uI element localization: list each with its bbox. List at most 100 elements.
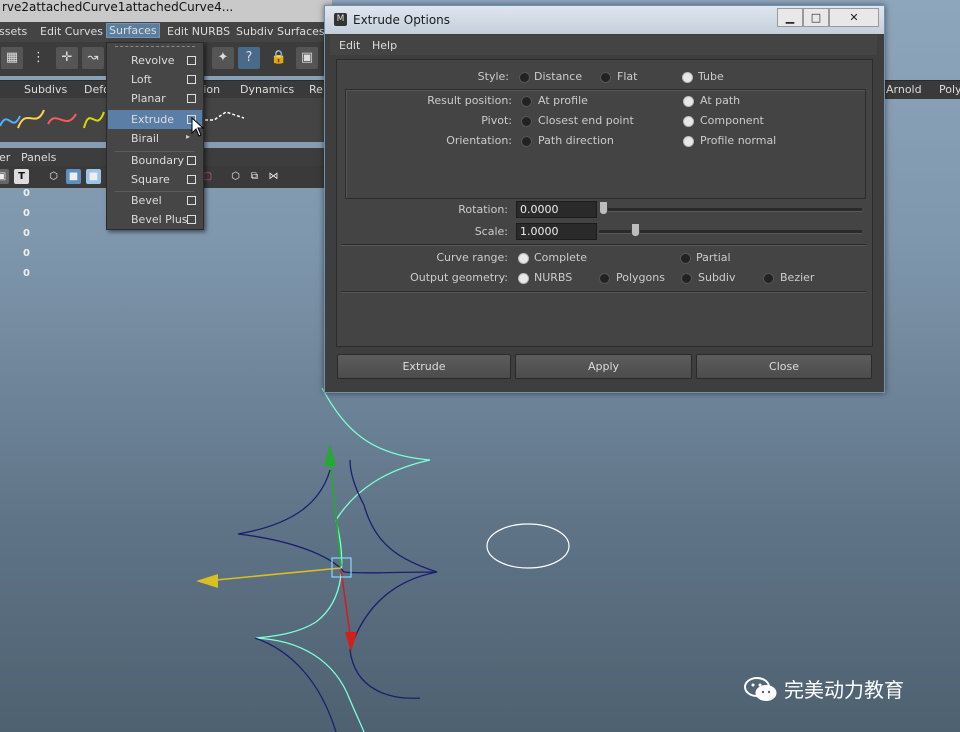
scale-field[interactable]: 1.0000	[516, 223, 597, 240]
manip-z-arrow[interactable]	[345, 632, 357, 652]
menu-item-planar[interactable]: Planar	[108, 89, 202, 108]
menu-item-revolve[interactable]: Revolve	[108, 51, 202, 70]
bezier-curve-icon[interactable]	[47, 113, 77, 125]
shelf-tab-subdivs[interactable]: Subdivs	[24, 83, 67, 96]
style-tube-radio[interactable]	[682, 72, 693, 83]
ep-curve-icon[interactable]	[0, 115, 21, 127]
layout-icon[interactable]: ⧉	[247, 169, 262, 184]
select-icon[interactable]: ▣	[296, 47, 318, 69]
component-label[interactable]: Component	[700, 114, 764, 127]
rotation-slider-thumb[interactable]	[599, 201, 608, 215]
extruded-curve-navy-3[interactable]	[254, 637, 337, 732]
at-profile-label[interactable]: At profile	[538, 94, 588, 107]
menu-item-birail[interactable]: Birail ▸	[108, 129, 202, 148]
maximize-button[interactable]: □	[803, 8, 829, 27]
polygons-radio[interactable]	[599, 273, 610, 284]
option-box-icon[interactable]	[187, 94, 196, 103]
shelf-tab-poly[interactable]: Poly	[939, 83, 960, 96]
help-icon[interactable]: ?	[238, 47, 260, 69]
closest-end-point-radio[interactable]	[521, 116, 532, 127]
profile-circle[interactable]	[486, 523, 570, 569]
complete-radio[interactable]	[518, 253, 529, 264]
style-flat-radio[interactable]	[600, 72, 611, 83]
minimize-button[interactable]: ▁	[777, 8, 803, 27]
close-window-button[interactable]: ✕	[829, 8, 879, 27]
style-flat-label[interactable]: Flat	[617, 70, 637, 83]
close-button[interactable]: Close	[696, 354, 872, 379]
at-profile-radio[interactable]	[521, 96, 532, 107]
extruded-curve-cyan-1[interactable]	[321, 387, 431, 521]
menu-surfaces[interactable]: Surfaces	[106, 23, 160, 38]
complete-label[interactable]: Complete	[534, 251, 587, 264]
manip-x-arrow[interactable]	[196, 574, 218, 588]
scale-slider-thumb[interactable]	[630, 223, 640, 237]
pencil-curve-icon[interactable]	[83, 111, 105, 129]
image-plane-icon[interactable]: ▣	[0, 169, 9, 184]
text-icon[interactable]: T	[14, 169, 29, 184]
menu-item-square[interactable]: Square	[108, 170, 202, 189]
menu-item-loft[interactable]: Loft	[108, 70, 202, 89]
dialog-menu-edit[interactable]: Edit	[339, 39, 360, 52]
style-tube-label[interactable]: Tube	[698, 70, 724, 83]
wireframe-cube-icon[interactable]: ⬡	[46, 169, 61, 184]
option-box-icon[interactable]	[187, 215, 196, 224]
grid-icon[interactable]: ▦	[1, 47, 23, 69]
menu-edit-nurbs[interactable]: Edit NURBS	[167, 25, 230, 38]
tear-off-handle[interactable]	[115, 46, 195, 48]
shelf-tab-dynamics[interactable]: Dynamics	[240, 83, 294, 96]
manip-z-axis[interactable]	[340, 569, 351, 635]
bezier-label[interactable]: Bezier	[780, 271, 814, 284]
option-box-icon[interactable]	[187, 156, 196, 165]
dialog-menu-help[interactable]: Help	[372, 39, 397, 52]
apply-button[interactable]: Apply	[515, 354, 692, 379]
at-path-label[interactable]: At path	[700, 94, 740, 107]
menu-edit-curves[interactable]: Edit Curves	[40, 25, 103, 38]
option-box-icon[interactable]	[187, 75, 196, 84]
lock-icon[interactable]: 🔒	[268, 47, 290, 69]
subdiv-label[interactable]: Subdiv	[698, 271, 736, 284]
arc-tool-icon[interactable]	[200, 111, 245, 121]
snap-grid-icon[interactable]: ✛	[56, 47, 78, 69]
menu-assets[interactable]: ssets	[0, 25, 27, 38]
style-distance-label[interactable]: Distance	[534, 70, 582, 83]
rotation-field[interactable]: 0.0000	[516, 201, 597, 218]
menu-item-boundary[interactable]: Boundary	[108, 151, 202, 170]
snap-curve-icon[interactable]: ↝	[82, 47, 104, 69]
menu-item-bevel-plus[interactable]: Bevel Plus	[108, 210, 202, 229]
menu-item-extrude[interactable]: Extrude	[108, 110, 202, 129]
subdiv-radio[interactable]	[681, 273, 692, 284]
profile-normal-radio[interactable]	[683, 136, 694, 147]
manip-y-arrow[interactable]	[324, 444, 336, 466]
menu-subdiv-surfaces[interactable]: Subdiv Surfaces	[236, 25, 325, 38]
extruded-curve-navy-2[interactable]	[349, 459, 438, 573]
polygons-label[interactable]: Polygons	[616, 271, 665, 284]
path-direction-label[interactable]: Path direction	[538, 134, 614, 147]
extruded-curve-cyan-2[interactable]	[254, 519, 365, 732]
component-radio[interactable]	[683, 116, 694, 127]
rotation-slider-track[interactable]	[599, 208, 862, 212]
nurbs-label[interactable]: NURBS	[534, 271, 572, 284]
nurbs-radio[interactable]	[518, 273, 529, 284]
closest-end-point-label[interactable]: Closest end point	[538, 114, 634, 127]
option-box-icon[interactable]	[187, 196, 196, 205]
profile-normal-label[interactable]: Profile normal	[700, 134, 776, 147]
extruded-curve-navy-1[interactable]	[237, 469, 438, 699]
extrude-button[interactable]: Extrude	[337, 354, 511, 379]
manip-y-axis[interactable]	[329, 455, 342, 567]
cv-curve-icon[interactable]	[17, 109, 45, 129]
menu-item-bevel[interactable]: Bevel	[108, 191, 202, 210]
at-path-radio[interactable]	[683, 96, 694, 107]
panel-menu-renderer[interactable]: er	[0, 151, 10, 164]
style-distance-radio[interactable]	[519, 72, 530, 83]
shelf-tab-arnold[interactable]: Arnold	[886, 83, 922, 96]
xray-cube-icon[interactable]: ⬡	[228, 169, 243, 184]
option-box-icon[interactable]	[187, 56, 196, 65]
path-direction-radio[interactable]	[521, 136, 532, 147]
shelf-tab-rendering[interactable]: Re	[309, 83, 323, 96]
dialog-titlebar[interactable]: M Extrude Options ▁ □ ✕	[325, 6, 884, 34]
share-nodes-icon[interactable]: ⋈	[266, 169, 281, 184]
bezier-radio[interactable]	[763, 273, 774, 284]
panel-menu-panels[interactable]: Panels	[21, 151, 56, 164]
partial-label[interactable]: Partial	[696, 251, 731, 264]
shaded-cube-icon[interactable]: ■	[86, 169, 101, 184]
